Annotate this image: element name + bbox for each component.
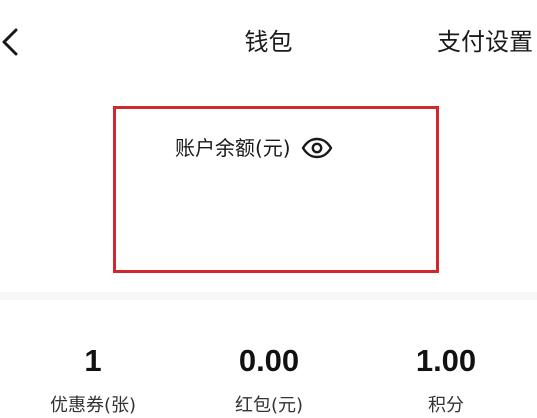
stat-coupons[interactable]: 1 优惠券(张) <box>8 300 178 416</box>
stat-label: 优惠券(张) <box>49 395 137 416</box>
balance-label: 账户余额(元) <box>175 136 291 160</box>
payment-settings-button[interactable]: 支付设置 <box>437 25 533 59</box>
stats-row: 1 优惠券(张) 0.00 红包(元) 1.00 积分 <box>0 300 537 416</box>
stat-red-packet[interactable]: 0.00 红包(元) <box>184 300 354 416</box>
stat-value: 0.00 <box>238 343 300 378</box>
balance-label-row: 账户余额(元) <box>175 134 333 162</box>
stat-points[interactable]: 1.00 积分 <box>361 300 531 416</box>
balance-card: 账户余额(元) <box>0 86 537 292</box>
stat-value: 1 <box>84 343 102 378</box>
stat-label: 红包(元) <box>234 395 304 416</box>
app-header: 钱包 支付设置 <box>0 0 537 86</box>
eye-icon[interactable] <box>301 137 333 159</box>
balance-highlight-box <box>113 106 439 273</box>
chevron-left-icon <box>2 28 18 56</box>
stat-label: 积分 <box>428 395 464 416</box>
stat-value: 1.00 <box>415 343 477 378</box>
back-button[interactable] <box>0 22 30 62</box>
section-divider <box>0 292 537 300</box>
